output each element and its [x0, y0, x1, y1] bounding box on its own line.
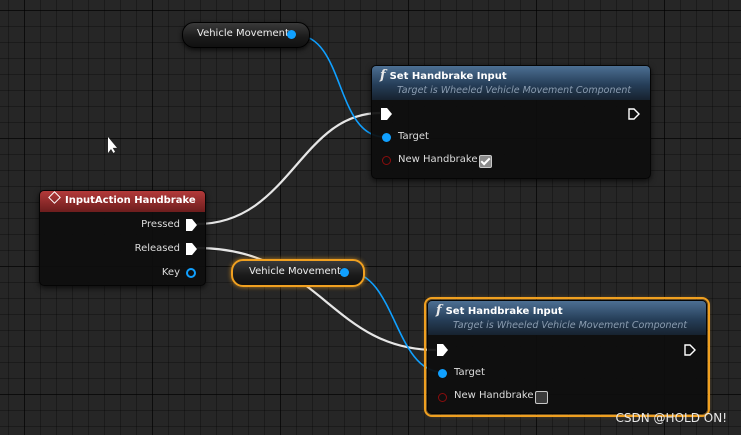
node-header: f Set Handbrake Input Target is Wheeled V…: [372, 66, 650, 100]
event-title: InputAction Handbrake: [65, 195, 196, 206]
set-handbrake-node-top[interactable]: f Set Handbrake Input Target is Wheeled V…: [371, 65, 651, 179]
exec-out-pin[interactable]: [684, 344, 696, 356]
node-title: Set Handbrake Input: [445, 306, 563, 317]
exec-wire-pressed: [196, 111, 381, 226]
mouse-cursor-icon: [108, 137, 117, 153]
exec-in-pin[interactable]: [381, 108, 392, 120]
node-header: f Set Handbrake Input Target is Wheeled V…: [428, 301, 706, 335]
event-diamond-icon: [48, 191, 61, 204]
event-header: InputAction Handbrake: [40, 191, 205, 212]
function-icon: f: [436, 303, 442, 318]
watermark: CSDN @HOLD ON!: [615, 411, 727, 425]
node-subtitle: Target is Wheeled Vehicle Movement Compo…: [453, 320, 688, 331]
released-exec-pin[interactable]: [186, 243, 197, 255]
vehicle-movement-node-bottom[interactable]: Vehicle Movement: [231, 259, 365, 287]
node-title: Set Handbrake Input: [389, 71, 507, 82]
new-handbrake-label: New Handbrake: [454, 390, 534, 401]
target-label: Target: [398, 131, 429, 142]
released-label: Released: [134, 243, 180, 254]
vehicle-movement-output-pin[interactable]: [340, 268, 349, 277]
exec-out-pin[interactable]: [628, 108, 640, 120]
target-label: Target: [454, 367, 485, 378]
key-output-pin[interactable]: [186, 268, 196, 278]
key-label: Key: [161, 267, 180, 278]
new-handbrake-checkbox[interactable]: [479, 155, 492, 168]
function-icon: f: [380, 68, 386, 83]
new-handbrake-label: New Handbrake: [398, 154, 478, 165]
pressed-exec-pin[interactable]: [186, 219, 197, 231]
node-subtitle: Target is Wheeled Vehicle Movement Compo…: [397, 85, 632, 96]
new-handbrake-checkbox[interactable]: [535, 391, 548, 404]
set-handbrake-node-bottom[interactable]: f Set Handbrake Input Target is Wheeled V…: [424, 297, 710, 417]
target-pin[interactable]: [438, 369, 447, 378]
input-action-handbrake-node[interactable]: InputAction Handbrake Pressed Released K…: [39, 190, 206, 286]
vehicle-movement-node-top[interactable]: Vehicle Movement: [182, 22, 310, 48]
vehicle-movement-label: Vehicle Movement: [197, 28, 289, 39]
target-pin[interactable]: [382, 133, 391, 142]
vehicle-movement-label: Vehicle Movement: [249, 266, 341, 277]
new-handbrake-pin[interactable]: [382, 156, 391, 165]
vehicle-movement-output-pin[interactable]: [287, 30, 296, 39]
exec-in-pin[interactable]: [437, 344, 448, 356]
new-handbrake-pin[interactable]: [438, 393, 447, 402]
pressed-label: Pressed: [141, 219, 180, 230]
